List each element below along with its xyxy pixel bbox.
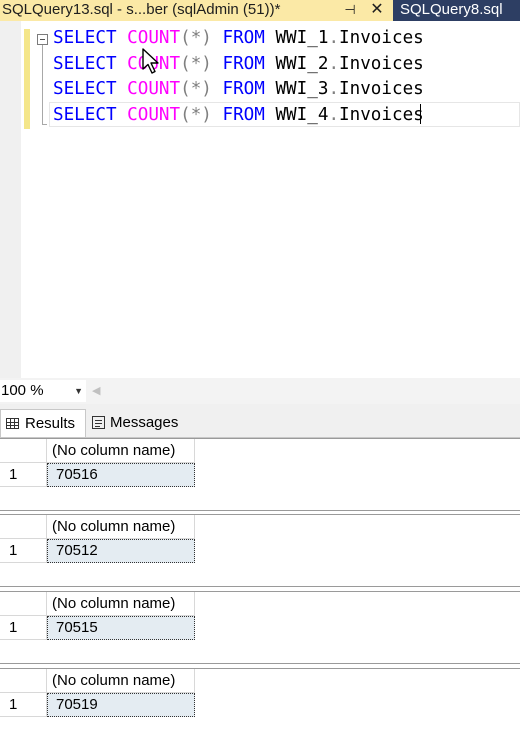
table-name: Invoices: [339, 105, 424, 125]
code-line[interactable]: SELECT COUNT(*) FROM WWI_1.Invoices: [53, 26, 424, 50]
grid-corner[interactable]: [0, 439, 47, 463]
zoom-bar: 100 % ▼ ◀: [0, 378, 520, 404]
keyword-from: FROM: [222, 79, 265, 99]
outline-end: [42, 124, 47, 125]
dot-separator: .: [328, 54, 340, 74]
tab-sqlquery13[interactable]: SQLQuery13.sql - s...ber (sqlAdmin (51))…: [0, 0, 393, 21]
close-icon[interactable]: ✕: [370, 0, 384, 20]
dot-separator: .: [328, 79, 340, 99]
schema-name: WWI_1: [275, 28, 329, 48]
tab-messages[interactable]: Messages: [88, 409, 190, 437]
table-name: Invoices: [339, 54, 424, 74]
keyword-select: SELECT: [53, 79, 117, 99]
row-header[interactable]: 1: [0, 539, 47, 563]
result-grid[interactable]: (No column name) 1 70515: [0, 591, 520, 664]
schema-name: WWI_4: [275, 105, 329, 125]
table-name: Invoices: [339, 28, 424, 48]
schema-name: WWI_3: [275, 79, 329, 99]
code-line[interactable]: SELECT COUNT(*) FROM WWI_3.Invoices: [53, 77, 424, 101]
tab-title: SQLQuery13.sql - s...ber (sqlAdmin (51))…: [2, 1, 281, 18]
schema-name: WWI_2: [275, 54, 329, 74]
column-header[interactable]: (No column name): [47, 439, 195, 463]
row-header[interactable]: 1: [0, 463, 47, 487]
unsaved-change-bar: [24, 29, 30, 129]
code-line[interactable]: SELECT COUNT(*) FROM WWI_2.Invoices: [53, 52, 424, 76]
grid-corner[interactable]: [0, 592, 47, 616]
outline-line: [42, 45, 43, 125]
tab-results-label: Results: [25, 415, 76, 432]
keyword-from: FROM: [222, 54, 265, 74]
editor-margin: [0, 21, 21, 378]
keyword-select: SELECT: [53, 105, 117, 125]
column-header[interactable]: (No column name): [47, 515, 195, 539]
result-grid[interactable]: (No column name) 1 70516: [0, 438, 520, 511]
table-name: Invoices: [339, 79, 424, 99]
pin-icon[interactable]: ⊣: [343, 1, 357, 19]
chevron-down-icon[interactable]: ▼: [74, 380, 83, 402]
result-grid[interactable]: (No column name) 1 70512: [0, 514, 520, 587]
keyword-from: FROM: [222, 28, 265, 48]
keyword-select: SELECT: [53, 28, 117, 48]
row-header[interactable]: 1: [0, 693, 47, 717]
result-cell[interactable]: 70512: [47, 539, 195, 563]
text-caret: [420, 104, 421, 124]
tab-results[interactable]: Results: [0, 409, 86, 437]
tab-sqlquery8[interactable]: SQLQuery8.sql: [400, 0, 503, 21]
code-line[interactable]: SELECT COUNT(*) FROM WWI_4.Invoices: [53, 103, 424, 127]
document-tab-strip: SQLQuery13.sql - s...ber (sqlAdmin (51))…: [0, 0, 520, 21]
row-header[interactable]: 1: [0, 616, 47, 640]
dot-separator: .: [328, 28, 340, 48]
grid-corner[interactable]: [0, 515, 47, 539]
column-header[interactable]: (No column name): [47, 669, 195, 693]
count-args: (*): [180, 54, 212, 74]
function-count: COUNT: [127, 79, 181, 99]
messages-icon: [92, 416, 105, 429]
dot-separator: .: [328, 105, 340, 125]
result-cell[interactable]: 70516: [47, 463, 195, 487]
collapse-icon[interactable]: [37, 34, 48, 45]
result-cell[interactable]: 70515: [47, 616, 195, 640]
result-cell[interactable]: 70519: [47, 693, 195, 717]
grid-icon: [6, 418, 19, 429]
function-count: COUNT: [127, 105, 181, 125]
keyword-select: SELECT: [53, 54, 117, 74]
function-count: COUNT: [127, 28, 181, 48]
result-grid[interactable]: (No column name) 1 70519: [0, 668, 520, 736]
scroll-left-icon[interactable]: ◀: [92, 380, 104, 402]
keyword-from: FROM: [222, 105, 265, 125]
count-args: (*): [180, 28, 212, 48]
tab-title: SQLQuery8.sql: [400, 1, 503, 18]
column-header[interactable]: (No column name): [47, 592, 195, 616]
zoom-value: 100 %: [1, 382, 44, 399]
count-args: (*): [180, 105, 212, 125]
query-editor[interactable]: SELECT COUNT(*) FROM WWI_1.Invoices SELE…: [0, 21, 520, 378]
tab-messages-label: Messages: [110, 414, 179, 431]
results-tab-bar: Results Messages: [0, 404, 520, 438]
mouse-pointer-icon: [142, 48, 159, 74]
count-args: (*): [180, 79, 212, 99]
grid-corner[interactable]: [0, 669, 47, 693]
zoom-select[interactable]: 100 % ▼: [0, 380, 86, 402]
